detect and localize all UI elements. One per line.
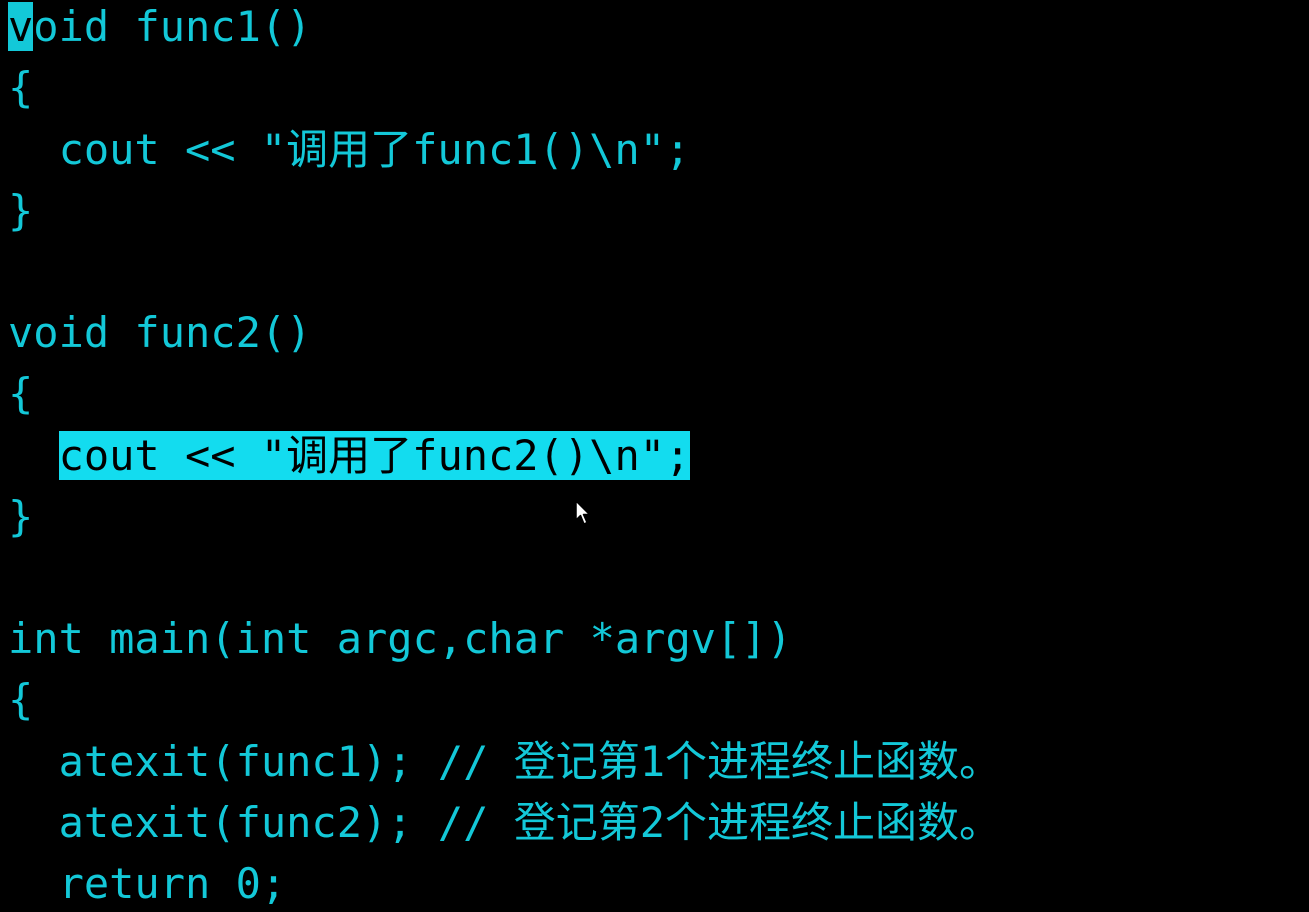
code-line-3[interactable]: cout << "调用了func1()\n"; bbox=[8, 120, 691, 180]
code-text: } bbox=[8, 186, 34, 235]
code-text: atexit(func1); // 登记第1个进程终止函数。 bbox=[8, 737, 1002, 786]
code-text: int main(int argc,char *argv[]) bbox=[8, 614, 792, 663]
code-line-1[interactable]: void func1() bbox=[8, 0, 311, 57]
code-line-11[interactable]: int main(int argc,char *argv[]) bbox=[8, 609, 792, 669]
code-line-6[interactable]: void func2() bbox=[8, 303, 311, 363]
code-line-4[interactable]: } bbox=[8, 181, 33, 241]
code-text: oid func1() bbox=[33, 2, 312, 51]
code-text: { bbox=[8, 63, 34, 112]
selected-text[interactable]: cout << "调用了func2()\n"; bbox=[58, 431, 691, 480]
code-line-12[interactable]: { bbox=[8, 670, 33, 730]
mouse-pointer-icon bbox=[575, 500, 591, 525]
code-text: void func2() bbox=[8, 308, 312, 357]
code-line-15[interactable]: return 0; bbox=[8, 854, 287, 912]
code-line-2[interactable]: { bbox=[8, 58, 33, 118]
code-text: atexit(func2); // 登记第2个进程终止函数。 bbox=[8, 798, 1002, 847]
code-text: cout << "调用了func1()\n"; bbox=[8, 125, 691, 174]
code-line-7[interactable]: { bbox=[8, 364, 33, 424]
code-text: { bbox=[8, 675, 34, 724]
text-cursor: v bbox=[8, 2, 34, 51]
code-line-13[interactable]: atexit(func1); // 登记第1个进程终止函数。 bbox=[8, 732, 1001, 792]
code-line-14[interactable]: atexit(func2); // 登记第2个进程终止函数。 bbox=[8, 793, 1001, 853]
code-text: return 0; bbox=[8, 859, 287, 908]
code-line-8[interactable]: cout << "调用了func2()\n"; bbox=[8, 426, 691, 486]
terminal-editor[interactable]: void func1() { cout << "调用了func1()\n"; }… bbox=[0, 0, 1309, 912]
code-text: } bbox=[8, 492, 34, 541]
code-line-9[interactable]: } bbox=[8, 487, 33, 547]
code-text: { bbox=[8, 369, 34, 418]
